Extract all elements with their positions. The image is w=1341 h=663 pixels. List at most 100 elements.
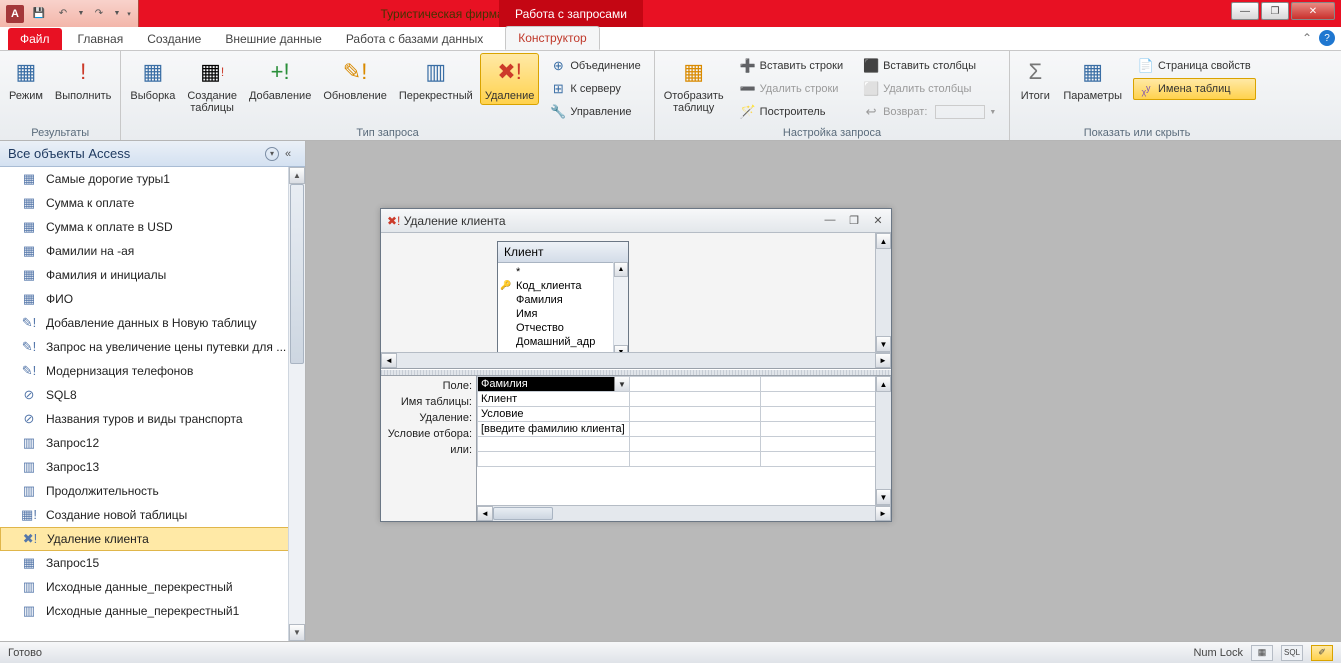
show-table-button[interactable]: ▦Отобразить таблицу (659, 53, 729, 117)
field-item[interactable]: * (498, 265, 628, 279)
close-button[interactable]: ✕ (1291, 2, 1335, 20)
tab-create[interactable]: Создание (135, 28, 213, 50)
delete-columns-button[interactable]: ⬜Удалить столбцы (858, 78, 1001, 100)
undo-dropdown-icon[interactable]: ▼ (76, 4, 86, 24)
nav-item[interactable]: ✎!Запрос на увеличение цены путевки для … (0, 335, 305, 359)
nav-item[interactable]: ▦Сумма к оплате в USD (0, 215, 305, 239)
subwin-minimize-icon[interactable]: — (823, 214, 837, 227)
minimize-button[interactable]: — (1231, 2, 1259, 20)
scroll-up-icon[interactable]: ▲ (614, 262, 628, 277)
scroll-up-icon[interactable]: ▲ (289, 167, 305, 184)
parameters-button[interactable]: ▦Параметры (1058, 53, 1127, 105)
cell-criteria[interactable]: [введите фамилию клиента] (478, 422, 630, 437)
save-icon[interactable]: 💾 (28, 4, 50, 24)
data-definition-button[interactable]: 🔧Управление (545, 101, 645, 123)
sql-view-button[interactable]: SQL (1281, 645, 1303, 661)
access-app-icon[interactable]: A (4, 4, 26, 24)
pane-hscrollbar[interactable]: ◄► (381, 352, 891, 368)
scroll-down-icon[interactable]: ▼ (876, 489, 891, 505)
totals-button[interactable]: ΣИтоги (1014, 53, 1056, 105)
undo-icon[interactable]: ↶ (52, 4, 74, 24)
view-button[interactable]: ▦Режим (4, 53, 48, 105)
splitter[interactable] (381, 369, 891, 376)
qat-customize-icon[interactable]: ▾ (124, 4, 134, 24)
property-sheet-button[interactable]: 📄Страница свойств (1133, 55, 1256, 77)
nav-item[interactable]: ▥Исходные данные_перекрестный (0, 575, 305, 599)
scroll-right-icon[interactable]: ► (875, 506, 891, 521)
field-item[interactable]: Домашний_адр (498, 335, 628, 349)
union-button[interactable]: ⊕Объединение (545, 55, 645, 77)
cell-delete[interactable]: Условие (478, 407, 630, 422)
scroll-down-icon[interactable]: ▼ (876, 336, 891, 352)
maximize-button[interactable]: ❐ (1261, 2, 1289, 20)
scroll-thumb[interactable] (290, 184, 304, 364)
builder-button[interactable]: 🪄Построитель (735, 101, 848, 123)
grid-cell[interactable] (630, 377, 761, 392)
grid-cell[interactable] (760, 392, 891, 407)
table-box-header[interactable]: Клиент (498, 242, 628, 263)
update-button[interactable]: ✎!Обновление (318, 53, 392, 105)
table-names-button[interactable]: ᵪʸИмена таблиц (1133, 78, 1256, 100)
scroll-down-icon[interactable]: ▼ (289, 624, 305, 641)
tab-home[interactable]: Главная (66, 28, 136, 50)
nav-item[interactable]: ⊘SQL8 (0, 383, 305, 407)
crosstab-button[interactable]: ▥Перекрестный (394, 53, 478, 105)
field-item[interactable]: Код_клиента (498, 279, 628, 293)
insert-columns-button[interactable]: ⬛Вставить столбцы (858, 55, 1001, 77)
scroll-left-icon[interactable]: ◄ (477, 506, 493, 521)
subwin-close-icon[interactable]: ✕ (871, 214, 885, 227)
redo-dropdown-icon[interactable]: ▼ (112, 4, 122, 24)
field-item[interactable]: Фамилия (498, 293, 628, 307)
nav-item[interactable]: ⊘Названия туров и виды транспорта (0, 407, 305, 431)
insert-rows-button[interactable]: ➕Вставить строки (735, 55, 848, 77)
field-item[interactable]: Имя (498, 307, 628, 321)
nav-item[interactable]: ▦Фамилии на -ая (0, 239, 305, 263)
nav-item[interactable]: ▥Исходные данные_перекрестный1 (0, 599, 305, 623)
tab-external-data[interactable]: Внешние данные (213, 28, 334, 50)
grid-vscrollbar[interactable]: ▲▼ (875, 376, 891, 505)
redo-icon[interactable]: ↷ (88, 4, 110, 24)
grid-cells[interactable]: Фамилия▼ Клиент Условие [введите фамилию… (477, 376, 891, 521)
subwin-restore-icon[interactable]: ❐ (847, 214, 861, 227)
nav-item[interactable]: ▦Сумма к оплате (0, 191, 305, 215)
ribbon-minimize-icon[interactable]: ⌃ (1299, 30, 1315, 46)
scroll-up-icon[interactable]: ▲ (876, 376, 891, 392)
query-window-titlebar[interactable]: ✖! Удаление клиента — ❐ ✕ (381, 209, 891, 233)
pane-vscrollbar[interactable]: ▲▼ (875, 233, 891, 352)
grid-cell[interactable] (760, 452, 891, 467)
tab-database-tools[interactable]: Работа с базами данных (334, 28, 495, 50)
table-scrollbar[interactable]: ▲ ▼ (613, 262, 628, 360)
nav-collapse-icon[interactable]: « (285, 148, 297, 160)
nav-header[interactable]: Все объекты Access ▾ « (0, 141, 305, 167)
select-query-button[interactable]: ▦Выборка (125, 53, 180, 105)
table-pane[interactable]: Клиент *Код_клиентаФамилияИмяОтчествоДом… (381, 233, 891, 369)
cell-or[interactable] (478, 437, 630, 452)
grid-cell[interactable] (630, 392, 761, 407)
scroll-left-icon[interactable]: ◄ (381, 353, 397, 368)
help-icon[interactable]: ? (1319, 30, 1335, 46)
scroll-thumb[interactable] (493, 507, 553, 520)
nav-item[interactable]: ▦Фамилия и инициалы (0, 263, 305, 287)
grid-cell[interactable] (760, 422, 891, 437)
nav-item[interactable]: ▥Запрос13 (0, 455, 305, 479)
run-button[interactable]: !Выполнить (50, 53, 116, 105)
grid-cell[interactable] (760, 437, 891, 452)
nav-scrollbar[interactable]: ▲ ▼ (288, 167, 305, 641)
return-button[interactable]: ↩Возврат:▼ (858, 101, 1001, 123)
dropdown-icon[interactable]: ▼ (614, 377, 629, 391)
append-button[interactable]: +!Добавление (244, 53, 316, 105)
table-box[interactable]: Клиент *Код_клиентаФамилияИмяОтчествоДом… (497, 241, 629, 361)
grid-cell[interactable] (760, 377, 891, 392)
nav-item[interactable]: ▥Запрос12 (0, 431, 305, 455)
nav-item[interactable]: ▦ФИО (0, 287, 305, 311)
nav-filter-icon[interactable]: ▾ (265, 147, 279, 161)
make-table-button[interactable]: ▦!Создание таблицы (182, 53, 242, 117)
grid-cell[interactable] (630, 437, 761, 452)
delete-query-button[interactable]: ✖!Удаление (480, 53, 540, 105)
scroll-up-icon[interactable]: ▲ (876, 233, 891, 249)
nav-item[interactable]: ▦Запрос15 (0, 551, 305, 575)
cell-field[interactable]: Фамилия▼ (478, 377, 630, 392)
nav-item[interactable]: ▦!Создание новой таблицы (0, 503, 305, 527)
tab-design[interactable]: Конструктор (505, 26, 599, 50)
scroll-right-icon[interactable]: ► (875, 353, 891, 368)
